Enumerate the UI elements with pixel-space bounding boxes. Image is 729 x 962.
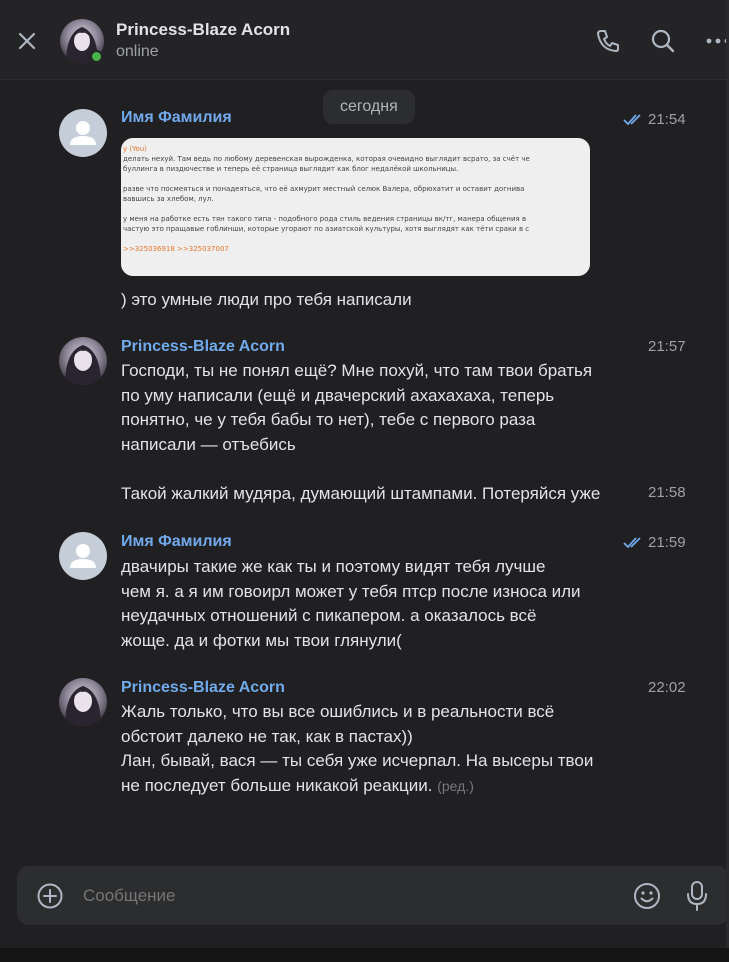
message-input[interactable] (83, 866, 583, 925)
chat-window: Princess-Blaze Acorn online сегодня Имя … (0, 0, 729, 962)
message-line: двачиры такие же как ты и поэтому видят … (121, 557, 546, 576)
sender-avatar[interactable] (59, 532, 107, 580)
plus-circle-icon[interactable] (36, 882, 64, 910)
window-bottom-edge (0, 948, 729, 962)
message-text: ) это умные люди про тебя написали (121, 290, 412, 309)
message-text: Такой жалкий мудяра, думающий штампами. … (121, 484, 601, 503)
message-time: 22:02 (648, 679, 686, 696)
screenshot-line: >>325036918 >>325037007 (123, 245, 229, 253)
sender-name[interactable]: Princess-Blaze Acorn (121, 338, 285, 356)
message-line: не последует больше никакой реакции. (121, 775, 433, 795)
chat-header: Princess-Blaze Acorn online (0, 0, 729, 80)
close-icon[interactable] (14, 28, 40, 54)
contact-status: online (116, 43, 159, 60)
message-time: 21:58 (648, 484, 686, 501)
screenshot-line: вавшись за хлебом, лул. (123, 195, 214, 203)
date-divider: сегодня (323, 90, 415, 124)
message-line: Жаль только, что вы все ошиблись и в реа… (121, 702, 555, 721)
sender-avatar[interactable] (59, 678, 107, 726)
message-line: Господи, ты не понял ещё? Мне похуй, что… (121, 361, 593, 380)
mic-icon[interactable] (682, 879, 712, 913)
message-text: Господи, ты не понял ещё? Мне похуй, что… (121, 359, 641, 457)
screenshot-line: разве что посмеяться и понадеяться, что … (123, 185, 525, 193)
sender-name[interactable]: Имя Фамилия (121, 109, 232, 127)
message-composer (17, 866, 729, 925)
message-text: Жаль только, что вы все ошиблись и в реа… (121, 700, 641, 798)
sender-name[interactable]: Имя Фамилия (121, 533, 232, 551)
double-check-icon (623, 537, 641, 549)
message-time: 21:59 (648, 534, 686, 551)
screenshot-line: частую это пращавые гоблинши, которые уг… (123, 225, 530, 233)
search-icon[interactable] (648, 26, 678, 56)
edited-mark: (ред.) (437, 777, 474, 794)
screenshot-line: у меня на работке есть тян такого типа -… (123, 215, 527, 223)
message-line: обстоит далеко не так, как в пастах)) (121, 726, 413, 746)
message-line: понятно, че у тебя бабы то нет), тебе с … (121, 410, 536, 429)
message-time: 21:57 (648, 338, 686, 355)
contact-name[interactable]: Princess-Blaze Acorn (116, 20, 290, 40)
double-check-icon (623, 114, 641, 126)
message-line: Лан, бывай, вася — ты себя уже исчерпал.… (121, 751, 594, 770)
screenshot-line: у (You) (123, 145, 147, 153)
message-line: по уму написали (ещё и двачерский ахахах… (121, 385, 555, 405)
screenshot-line: делать нехуй. Там ведь по любому деревен… (123, 155, 530, 163)
message-line: неудачных отношений с пикапером. а оказа… (121, 606, 537, 625)
smile-icon[interactable] (632, 881, 662, 911)
message-time: 21:54 (648, 111, 686, 128)
message-line: жоще. да и фотки мы твои глянули( (121, 630, 402, 650)
online-indicator (90, 50, 103, 63)
message-feed[interactable]: сегодня Имя Фамилия 21:54 у (You) делать… (0, 81, 729, 861)
message-text: двачиры такие же как ты и поэтому видят … (121, 555, 641, 653)
attached-screenshot[interactable]: у (You) делать нехуй. Там ведь по любому… (121, 138, 590, 276)
screenshot-line: буллинга в пиздючестве и теперь её стран… (123, 165, 459, 173)
message-line: написали — отъебись (121, 434, 296, 454)
sender-avatar[interactable] (59, 109, 107, 157)
sender-name[interactable]: Princess-Blaze Acorn (121, 679, 285, 697)
sender-avatar[interactable] (59, 337, 107, 385)
message-line: чем я. а я им говоирл может у тебя птср … (121, 581, 581, 601)
phone-icon[interactable] (593, 26, 623, 56)
